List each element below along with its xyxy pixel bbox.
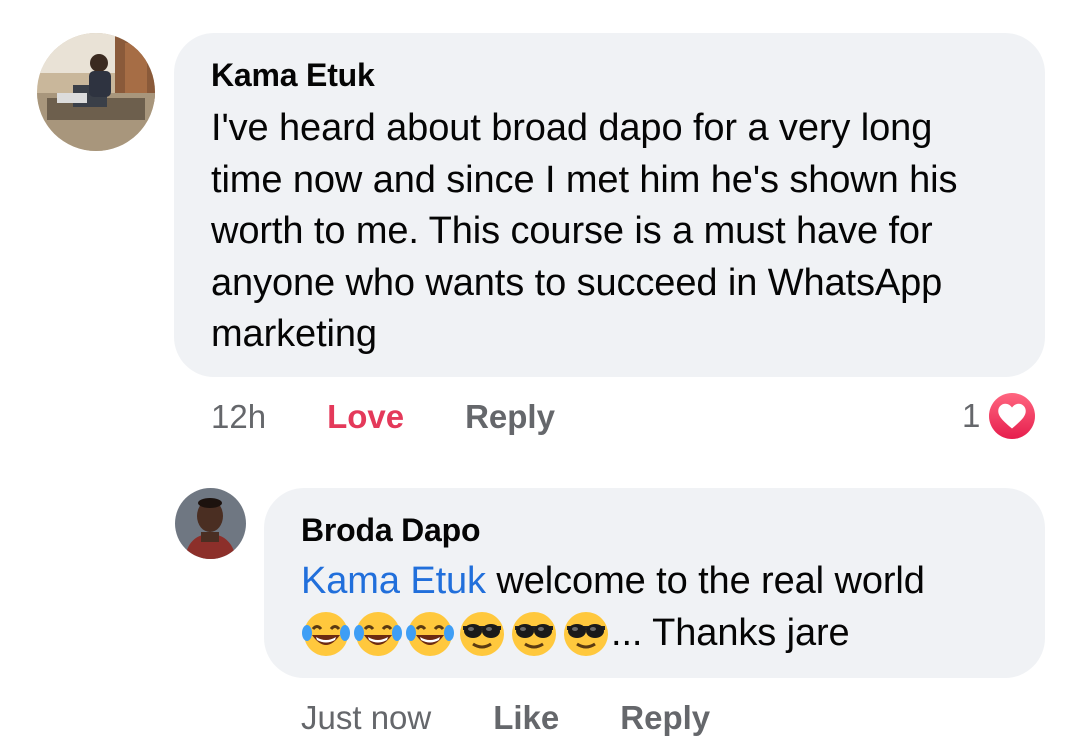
reply-author[interactable]: Broda Dapo: [301, 510, 1009, 550]
sunglasses-face-icon: [509, 609, 559, 659]
reply-button-2[interactable]: Reply: [620, 699, 710, 737]
reply-text: Kama Etuk welcome to the real world ... …: [301, 556, 1009, 659]
laughing-tears-icon: [353, 609, 403, 659]
love-button[interactable]: Love: [327, 398, 404, 436]
reply-avatar[interactable]: [175, 488, 246, 559]
comment-thread: Kama Etuk I've heard about broad dapo fo…: [0, 0, 1080, 755]
love-icon: [986, 390, 1039, 442]
like-button[interactable]: Like: [493, 699, 559, 737]
laughing-tears-icon: [301, 609, 351, 659]
sunglasses-face-icon: [457, 609, 507, 659]
reply-text-line: welcome to the real world: [485, 560, 925, 602]
avatar[interactable]: [37, 33, 155, 151]
reply-button[interactable]: Reply: [465, 398, 555, 436]
comment-text: I've heard about broad dapo for a very l…: [211, 107, 958, 355]
comment-bubble: Kama Etuk I've heard about broad dapo fo…: [174, 33, 1045, 377]
reply-actions: Just now Like Reply: [301, 696, 710, 740]
reaction-count: 1: [962, 397, 981, 434]
comment-author[interactable]: Kama Etuk: [211, 55, 1009, 95]
sunglasses-face-icon: [561, 609, 611, 659]
mention-link[interactable]: Kama Etuk: [301, 560, 486, 602]
reply-text-end: ... Thanks jare: [611, 611, 850, 654]
comment-actions: 12h Love Reply: [211, 395, 555, 439]
reaction-summary[interactable]: 1: [962, 390, 1039, 442]
reply-timestamp[interactable]: Just now: [301, 699, 431, 737]
laughing-tears-icon: [405, 609, 455, 659]
emoji-row: [301, 609, 611, 659]
reply-bubble: Broda Dapo Kama Etuk welcome to the real…: [264, 488, 1045, 678]
comment-timestamp[interactable]: 12h: [211, 398, 266, 436]
